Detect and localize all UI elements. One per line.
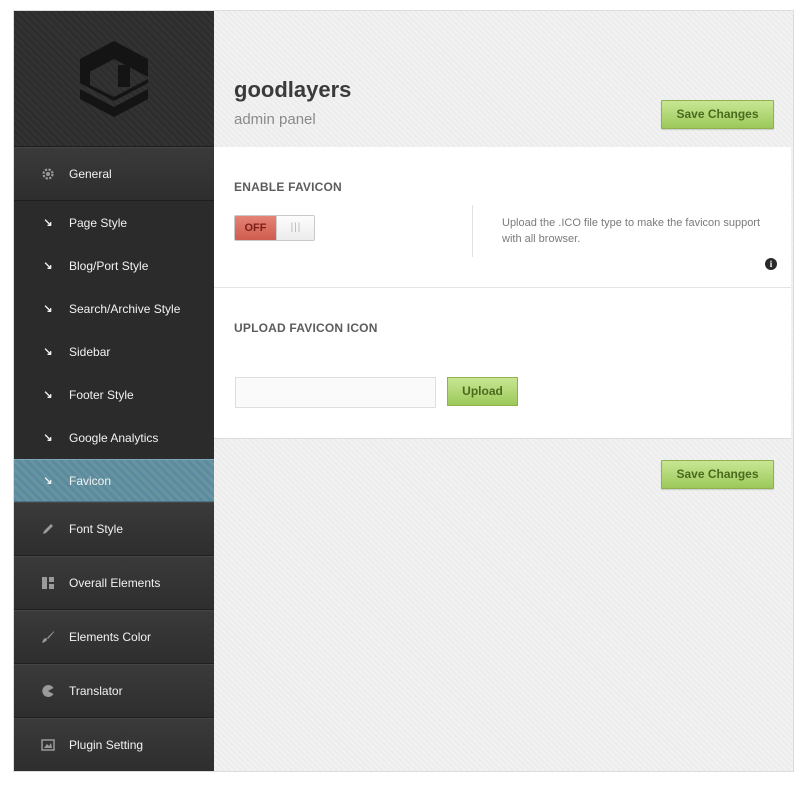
sidebar: General ↘ Page Style ↘ Blog/Port Style ↘… (14, 11, 214, 771)
general-submenu: ↘ Page Style ↘ Blog/Port Style ↘ Search/… (14, 201, 214, 502)
divider (472, 205, 473, 257)
gear-icon (38, 166, 58, 182)
arrow-down-right-icon: ↘ (43, 303, 53, 315)
favicon-url-input[interactable] (235, 377, 436, 408)
arrow-down-right-icon: ↘ (43, 389, 53, 401)
submenu-item-label: Page Style (69, 215, 128, 230)
save-changes-button-bottom[interactable]: Save Changes (661, 460, 774, 489)
submenu-item-page-style[interactable]: ↘ Page Style (14, 201, 214, 244)
favicon-enable-panel: ENABLE FAVICON OFF ||| Upload the .ICO f… (214, 147, 791, 288)
favicon-description: Upload the .ICO file type to make the fa… (502, 217, 761, 245)
toggle-knob: ||| (276, 216, 314, 240)
goodlayers-logo (80, 40, 148, 117)
submenu-item-label: Blog/Port Style (69, 258, 149, 273)
sidebar-item-general[interactable]: General (14, 147, 214, 201)
pencil-icon (38, 521, 58, 537)
upload-button[interactable]: Upload (447, 377, 518, 406)
arrow-down-right-icon: ↘ (43, 432, 53, 444)
toggle-off-label: OFF (235, 216, 276, 240)
save-changes-button-top[interactable]: Save Changes (661, 100, 774, 129)
section-title: ENABLE FAVICON (234, 180, 342, 194)
arrow-down-right-icon: ↘ (43, 475, 53, 487)
submenu-item-label: Footer Style (69, 387, 134, 402)
section-title: UPLOAD FAVICON ICON (234, 321, 378, 335)
brand-title: goodlayers (234, 77, 352, 102)
sidebar-item-elements-color[interactable]: Elements Color (14, 610, 214, 664)
submenu-item-favicon[interactable]: ↘ Favicon (14, 459, 214, 502)
submenu-item-blog-port-style[interactable]: ↘ Blog/Port Style (14, 244, 214, 287)
submenu-item-sidebar[interactable]: ↘ Sidebar (14, 330, 214, 373)
main-content: goodlayers admin panel Save Changes ENAB… (214, 11, 793, 771)
submenu-item-footer-style[interactable]: ↘ Footer Style (14, 373, 214, 416)
arrow-down-right-icon: ↘ (43, 346, 53, 358)
image-icon (38, 737, 58, 753)
submenu-item-label: Search/Archive Style (69, 301, 181, 316)
brand-subtitle: admin panel (234, 111, 316, 128)
sidebar-item-overall-elements[interactable]: Overall Elements (14, 556, 214, 610)
header: goodlayers admin panel Save Changes (214, 11, 793, 147)
logo-area (14, 11, 214, 147)
submenu-item-label: Sidebar (69, 344, 111, 359)
sidebar-item-font-style[interactable]: Font Style (14, 502, 214, 556)
arrow-down-right-icon: ↘ (43, 217, 53, 229)
sidebar-item-label: Translator (69, 684, 123, 698)
submenu-item-google-analytics[interactable]: ↘ Google Analytics (14, 416, 214, 459)
brush-icon (38, 629, 58, 645)
favicon-upload-panel: UPLOAD FAVICON ICON Upload (214, 288, 791, 439)
sidebar-item-translator[interactable]: Translator (14, 664, 214, 718)
sidebar-item-plugin-setting[interactable]: Plugin Setting (14, 718, 214, 771)
sidebar-item-label: General (69, 167, 112, 181)
sidebar-item-label: Font Style (69, 522, 124, 536)
sidebar-item-label: Plugin Setting (69, 738, 144, 752)
submenu-item-label: Google Analytics (69, 430, 159, 445)
sidebar-item-label: Elements Color (69, 630, 152, 644)
submenu-item-search-archive-style[interactable]: ↘ Search/Archive Style (14, 287, 214, 330)
info-icon[interactable]: i (765, 258, 777, 270)
submenu-item-label: Favicon (69, 473, 112, 488)
layout-icon (38, 575, 58, 591)
admin-frame: General ↘ Page Style ↘ Blog/Port Style ↘… (13, 10, 794, 772)
favicon-toggle[interactable]: OFF ||| (234, 215, 315, 241)
arrow-down-right-icon: ↘ (43, 260, 53, 272)
pacman-icon (38, 683, 58, 699)
sidebar-item-label: Overall Elements (69, 576, 161, 590)
